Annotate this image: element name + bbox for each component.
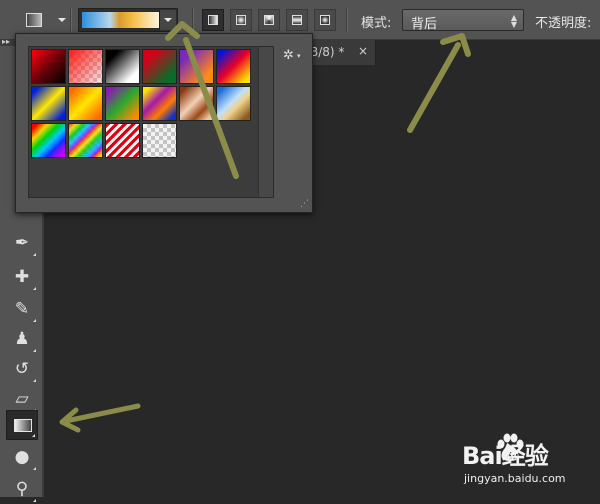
angle-gradient-icon — [264, 15, 274, 25]
mode-select[interactable]: 背后 ▲ ▼ — [402, 9, 524, 32]
eyedropper-tool-button[interactable]: ✒ — [6, 228, 38, 258]
gradient-tool-button[interactable] — [6, 410, 38, 440]
scrollbar[interactable] — [258, 47, 273, 197]
chevron-down-icon — [164, 18, 172, 22]
gradient-swatch-violet-orange[interactable] — [179, 49, 214, 84]
resize-handle-icon[interactable]: ⋰ — [300, 200, 309, 209]
blur-tool-icon: ● — [14, 447, 30, 467]
document-tab[interactable]: B/8) * × — [305, 40, 376, 65]
clone-stamp-tool-icon: ♟ — [14, 329, 30, 349]
gradient-dropdown-button[interactable] — [159, 10, 176, 30]
tool-preset-picker[interactable] — [22, 9, 72, 31]
gradient-swatch-transparent-stripes[interactable] — [105, 123, 140, 158]
gradient-swatch-black-white[interactable] — [105, 49, 140, 84]
angle-gradient-button[interactable] — [258, 9, 280, 31]
radial-gradient-icon — [236, 15, 246, 25]
linear-gradient-button[interactable] — [202, 9, 224, 31]
flyout-indicator-icon — [33, 499, 36, 502]
opacity-label: 不透明度: — [535, 16, 592, 31]
divider — [70, 8, 72, 32]
gradient-preset-grid — [28, 46, 274, 198]
flyout-indicator-icon — [32, 434, 35, 437]
dodge-tool-icon: ⚲ — [15, 479, 29, 499]
gradient-swatch-transparent-rainbow[interactable] — [68, 123, 103, 158]
arrow-to-mode-select — [407, 42, 461, 133]
arrow-to-gradient-tool-head — [59, 407, 81, 433]
flyout-indicator-icon — [33, 287, 36, 290]
gradient-preview[interactable] — [82, 12, 160, 28]
gradient-swatch-red-transparent[interactable] — [68, 49, 103, 84]
divider — [192, 8, 194, 32]
gradient-swatch-copper[interactable] — [179, 86, 214, 121]
clone-stamp-tool-button[interactable]: ♟ — [6, 324, 38, 354]
linear-gradient-icon — [208, 15, 218, 25]
flyout-indicator-icon — [33, 349, 36, 352]
gradient-swatch-red-black[interactable] — [31, 49, 66, 84]
gradient-swatch-orange-yellow-orange[interactable] — [68, 86, 103, 121]
gradient-preset-picker: ✲ ▾ ⋰ — [15, 33, 313, 213]
gradient-swatch-blue-yellow-blue[interactable] — [31, 86, 66, 121]
chevron-down-icon — [58, 18, 66, 22]
healing-brush-tool-icon: ✚ — [14, 267, 30, 287]
gradient-swatch-spectrum[interactable] — [31, 123, 66, 158]
document-tab-title: B/8) * — [310, 45, 345, 59]
gradient-swatch-yellow-violet-orange-blue[interactable] — [142, 86, 177, 121]
mode-label: 模式: — [361, 16, 392, 31]
divider — [346, 8, 348, 32]
radial-gradient-button[interactable] — [230, 9, 252, 31]
blur-tool-button[interactable]: ● — [6, 442, 38, 472]
chevron-down-icon[interactable]: ▾ — [297, 52, 301, 60]
gradient-swatch-blue-red-yellow[interactable] — [216, 49, 251, 84]
gradient-swatch-violet-green-orange[interactable] — [105, 86, 140, 121]
brush-tool-button[interactable]: ✎ — [6, 294, 38, 324]
close-icon[interactable]: × — [358, 44, 368, 58]
history-brush-tool-icon: ↺ — [14, 359, 30, 379]
reflected-gradient-icon — [292, 15, 302, 25]
flyout-indicator-icon — [33, 319, 36, 322]
gradient-preset-icon — [26, 13, 42, 27]
mode-select-value: 背后 — [411, 17, 438, 32]
eraser-tool-icon: ▱ — [15, 389, 29, 409]
gradient-tool-icon — [14, 419, 32, 432]
diamond-gradient-icon — [320, 15, 330, 25]
healing-brush-tool-button[interactable]: ✚ — [6, 262, 38, 292]
flyout-indicator-icon — [33, 253, 36, 256]
diamond-gradient-button[interactable] — [314, 9, 336, 31]
eyedropper-tool-icon: ✒ — [14, 233, 30, 253]
flyout-indicator-icon — [33, 467, 36, 470]
collapse-chevron-icon: ▸▸ — [2, 37, 11, 46]
arrow-to-gradient-tool — [63, 403, 141, 424]
dodge-tool-button[interactable]: ⚲ — [6, 474, 38, 504]
updown-arrows-icon: ▲ ▼ — [510, 13, 517, 29]
baidu-jingyan-watermark: du Bai经验 jingyan.baidu.com — [462, 432, 596, 494]
flyout-indicator-icon — [33, 379, 36, 382]
watermark-logo: Bai经验 — [462, 442, 549, 470]
gradient-swatch-red-green[interactable] — [142, 49, 177, 84]
history-brush-tool-button[interactable]: ↺ — [6, 354, 38, 384]
gradient-editor[interactable] — [78, 8, 178, 32]
gradient-swatch-chrome[interactable] — [216, 86, 251, 121]
reflected-gradient-button[interactable] — [286, 9, 308, 31]
gear-icon[interactable]: ✲ — [283, 48, 294, 63]
watermark-url: jingyan.baidu.com — [464, 472, 566, 485]
gradient-swatch-neutral-density[interactable] — [142, 123, 177, 158]
brush-tool-icon: ✎ — [14, 299, 30, 319]
